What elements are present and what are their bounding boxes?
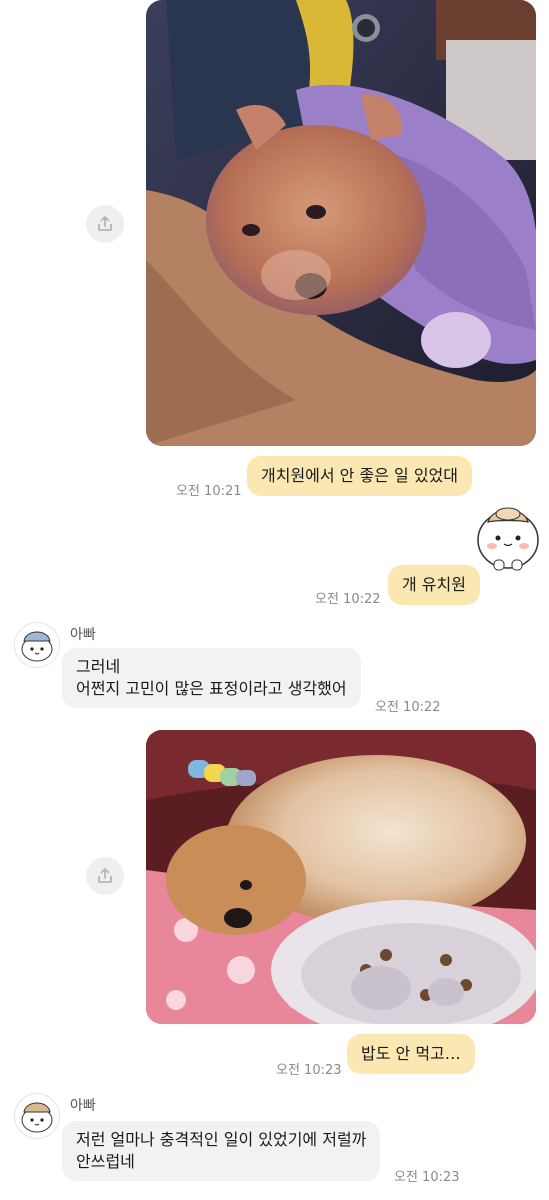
message-timestamp: 오전 10:23	[276, 1063, 342, 1078]
sender-name: 아빠	[70, 627, 96, 643]
other-message-bubble[interactable]: 그러네 어쩐지 고민이 많은 표정이라고 생각했어	[62, 648, 361, 708]
message-timestamp: 오전 10:21	[176, 484, 242, 499]
avatar[interactable]	[14, 622, 60, 668]
my-message-bubble[interactable]: 개치원에서 안 좋은 일 있었대	[247, 456, 472, 496]
photo-dog-blanket-image	[146, 0, 536, 446]
message-line: 안쓰럽네	[76, 1152, 135, 1171]
hamster-avatar-icon	[21, 1102, 53, 1133]
sender-name: 아빠	[70, 1098, 96, 1114]
hamster-avatar-icon	[21, 631, 53, 662]
avatar[interactable]	[14, 1093, 60, 1139]
my-message-bubble[interactable]: 밥도 안 먹고…	[347, 1034, 475, 1074]
photo-dog-blanket[interactable]	[146, 0, 536, 446]
message-line: 어쩐지 고민이 많은 표정이라고 생각했어	[76, 679, 347, 698]
hamster-sticker[interactable]	[474, 500, 542, 574]
share-icon	[98, 216, 112, 231]
photo-dog-food-bowl[interactable]	[146, 730, 536, 1024]
share-button[interactable]	[86, 857, 124, 895]
my-message-bubble[interactable]: 개 유치원	[388, 565, 480, 605]
message-line: 저런 얼마나 충격적인 일이 있었기에 저럴까	[76, 1130, 367, 1149]
message-line: 그러네	[76, 657, 121, 676]
message-timestamp: 오전 10:23	[394, 1170, 460, 1185]
share-icon	[98, 868, 112, 883]
photo-dog-food-bowl-image	[146, 730, 536, 1024]
other-message-bubble[interactable]: 저런 얼마나 충격적인 일이 있었기에 저럴까 안쓰럽네	[62, 1121, 381, 1181]
hamster-sticker-image	[477, 507, 539, 571]
share-button[interactable]	[86, 205, 124, 243]
message-timestamp: 오전 10:22	[315, 592, 381, 607]
message-timestamp: 오전 10:22	[375, 700, 441, 715]
